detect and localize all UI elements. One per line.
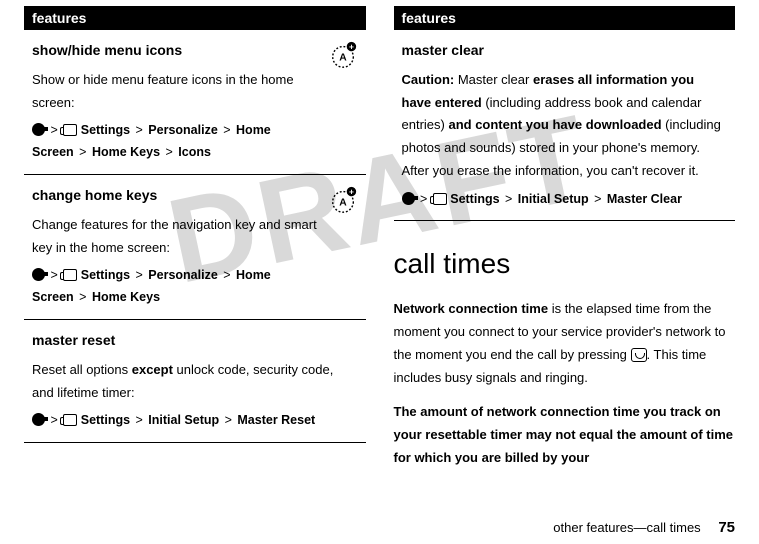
path-seg: Settings <box>81 123 130 137</box>
row-title: master clear <box>402 42 485 58</box>
left-table-header: features <box>24 6 366 30</box>
menu-path: > Settings > Initial Setup > Master Clea… <box>402 189 728 211</box>
path-seg: Initial Setup <box>518 192 589 206</box>
center-key-icon <box>32 268 45 281</box>
path-seg: Settings <box>450 192 499 206</box>
right-table-header: features <box>394 6 736 30</box>
center-key-icon <box>32 413 45 426</box>
caution-label: Caution: <box>402 72 455 87</box>
svg-text:+: + <box>348 186 353 196</box>
path-seg: Home Keys <box>92 145 160 159</box>
center-key-icon <box>402 192 415 205</box>
page-number: 75 <box>718 519 735 536</box>
text-bold: The amount of network connection time yo… <box>394 404 734 465</box>
settings-icon <box>63 269 77 281</box>
row-body: Caution: Master clear erases all informa… <box>402 69 728 183</box>
path-seg: Icons <box>178 145 211 159</box>
footer-text: other features—call times <box>553 520 700 535</box>
paragraph: Network connection time is the elapsed t… <box>394 298 736 389</box>
section-heading: call times <box>394 239 736 288</box>
text: Master clear <box>454 72 533 87</box>
table-row: A+ show/hide menu icons Show or hide men… <box>24 30 366 175</box>
path-seg: Personalize <box>148 123 217 137</box>
center-key-icon <box>32 123 45 136</box>
right-column: features master clear Caution: Master cl… <box>394 6 736 482</box>
row-body: Change features for the navigation key a… <box>32 214 358 260</box>
text: Reset all options <box>32 362 132 377</box>
settings-icon <box>433 193 447 205</box>
settings-icon <box>63 414 77 426</box>
table-row: A+ change home keys Change features for … <box>24 175 366 320</box>
page-footer: other features—call times 75 <box>553 519 735 536</box>
svg-text:A: A <box>339 198 347 209</box>
paragraph: The amount of network connection time yo… <box>394 401 736 469</box>
svg-text:A: A <box>339 53 347 64</box>
feature-badge-icon: A+ <box>328 40 358 78</box>
text-bold: except <box>132 362 173 377</box>
path-seg: Personalize <box>148 268 217 282</box>
row-body: Show or hide menu feature icons in the h… <box>32 69 358 115</box>
feature-badge-icon: A+ <box>328 185 358 223</box>
menu-path: > Settings > Personalize > Home Screen >… <box>32 120 358 164</box>
table-row: master reset Reset all options except un… <box>24 320 366 443</box>
path-seg: Master Reset <box>237 413 315 427</box>
path-seg: Settings <box>81 268 130 282</box>
row-title: master reset <box>32 332 115 348</box>
text-bold: Network connection time <box>394 301 549 316</box>
page-columns: features A+ show/hide menu icons Show or… <box>0 0 759 482</box>
menu-path: > Settings > Initial Setup > Master Rese… <box>32 410 358 432</box>
row-title: change home keys <box>32 187 157 203</box>
right-features-table: features master clear Caution: Master cl… <box>394 6 736 221</box>
row-title: show/hide menu icons <box>32 42 182 58</box>
end-key-icon <box>631 348 647 362</box>
svg-text:+: + <box>348 41 353 51</box>
row-body: Reset all options except unlock code, se… <box>32 359 358 405</box>
path-seg: Initial Setup <box>148 413 219 427</box>
text-bold: and content you have downloaded <box>448 117 661 132</box>
body-text-flow: call times Network connection time is th… <box>394 239 736 469</box>
settings-icon <box>63 124 77 136</box>
path-seg: Home Keys <box>92 290 160 304</box>
path-seg: Master Clear <box>607 192 682 206</box>
left-features-table: features A+ show/hide menu icons Show or… <box>24 6 366 443</box>
path-seg: Settings <box>81 413 130 427</box>
table-row: master clear Caution: Master clear erase… <box>394 30 736 221</box>
left-column: features A+ show/hide menu icons Show or… <box>24 6 366 482</box>
menu-path: > Settings > Personalize > Home Screen >… <box>32 265 358 309</box>
